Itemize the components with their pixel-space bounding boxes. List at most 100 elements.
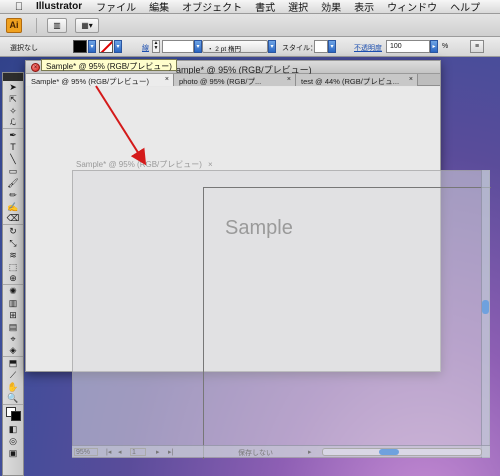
- rectangle-tool-icon[interactable]: ▭: [3, 165, 23, 177]
- tab-close-icon[interactable]: ×: [165, 76, 169, 83]
- selection-status: 選択なし: [10, 45, 38, 52]
- stroke-label[interactable]: 線: [142, 43, 149, 53]
- type-tool-icon[interactable]: T: [3, 141, 23, 153]
- symbol-sprayer-tool-icon[interactable]: ✺: [3, 285, 23, 297]
- ghost-vertical-thumb: [482, 300, 489, 314]
- menu-window[interactable]: ウィンドウ: [387, 0, 437, 14]
- screen-mode-icon[interactable]: ▣: [3, 447, 23, 459]
- first-page-icon: |◂: [106, 449, 112, 456]
- tab-tooltip: Sample* @ 95% (RGB/プレビュー): [41, 59, 177, 71]
- prev-page-icon: ◂: [118, 449, 122, 456]
- appbar-divider: [36, 17, 37, 33]
- blend-tool-icon[interactable]: ◈: [3, 345, 23, 357]
- artboard-sample-text: Sample: [225, 217, 293, 239]
- tools-panel-header[interactable]: [3, 73, 23, 81]
- panel-menu-icon[interactable]: ≡: [470, 40, 484, 53]
- menu-file[interactable]: ファイル: [96, 0, 136, 14]
- rotate-tool-icon[interactable]: ↻: [3, 225, 23, 237]
- status-play-icon: ▸: [308, 449, 312, 456]
- zoom-field: 95%: [74, 448, 98, 456]
- graphic-style-swatch[interactable]: [314, 40, 328, 53]
- stroke-weight-dropdown-icon[interactable]: ▾: [194, 40, 202, 53]
- apple-icon[interactable]: : [12, 1, 26, 13]
- ghost-vertical-scrollbar: [481, 170, 490, 458]
- line-tool-icon[interactable]: ╲: [3, 153, 23, 165]
- stroke-weight-field[interactable]: [162, 40, 194, 53]
- pen-tool-icon[interactable]: ✒: [3, 129, 23, 141]
- document-tabs: Sample* @ 95% (RGB/プレビュー) × photo @ 95% …: [26, 74, 440, 86]
- opacity-field[interactable]: 100: [386, 40, 430, 53]
- menu-view[interactable]: 表示: [354, 0, 374, 14]
- ghost-status-bar: 95% |◂ ◂ 1 ▸ ▸| 保存しない ▸: [72, 445, 490, 457]
- fill-stroke-indicator[interactable]: [3, 405, 23, 423]
- menu-select[interactable]: 選択: [288, 0, 308, 14]
- color-mode-icon[interactable]: ◧: [3, 423, 23, 435]
- page-field: 1: [130, 448, 146, 456]
- menu-effect[interactable]: 効果: [321, 0, 341, 14]
- stroke-color-swatch[interactable]: [99, 40, 113, 53]
- close-window-icon[interactable]: ×: [31, 63, 40, 72]
- menu-type[interactable]: 書式: [255, 0, 275, 14]
- bridge-icon[interactable]: ▥: [47, 17, 67, 33]
- free-transform-tool-icon[interactable]: ⬚: [3, 261, 23, 273]
- illustrator-logo: Ai: [6, 17, 22, 33]
- menu-app-name[interactable]: Illustrator: [36, 1, 82, 12]
- menu-object[interactable]: オブジェクト: [182, 0, 242, 14]
- mesh-tool-icon[interactable]: ⊞: [3, 309, 23, 321]
- application-bar: Ai ▥ ▦▾: [0, 14, 500, 37]
- tab-test[interactable]: test @ 44% (RGB/プレビュ... ×: [296, 74, 418, 86]
- direct-selection-tool-icon[interactable]: ⇱: [3, 93, 23, 105]
- fill-color-swatch[interactable]: [73, 40, 87, 53]
- arrange-documents-icon[interactable]: ▦▾: [75, 17, 99, 33]
- tab-sample[interactable]: Sample* @ 95% (RGB/プレビュー) ×: [26, 74, 174, 86]
- tab-label: photo @ 95% (RGB/プ...: [179, 77, 262, 86]
- hand-tool-icon[interactable]: ✋: [3, 381, 23, 393]
- tab-label: Sample* @ 95% (RGB/プレビュー): [31, 77, 150, 86]
- lasso-tool-icon[interactable]: ℒ: [3, 117, 23, 129]
- menu-help[interactable]: ヘルプ: [450, 0, 480, 14]
- tools-panel: ➤ ⇱ ✧ ℒ ✒ T ╲ ▭ 🖌 ✏ ✍ ⌫ ↻ ⤡ ≋ ⬚ ⊕ ✺ ▥ ⊞ …: [2, 72, 24, 476]
- tab-photo[interactable]: photo @ 95% (RGB/プ... ×: [174, 74, 296, 86]
- tab-close-icon[interactable]: ×: [409, 76, 413, 83]
- paintbrush-tool-icon[interactable]: 🖌: [3, 177, 23, 189]
- tab-label: test @ 44% (RGB/プレビュ...: [301, 77, 400, 86]
- selection-tool-icon[interactable]: ➤: [3, 81, 23, 93]
- menu-edit[interactable]: 編集: [149, 0, 169, 14]
- last-page-icon: ▸|: [168, 449, 174, 456]
- warp-tool-icon[interactable]: ≋: [3, 249, 23, 261]
- graph-tool-icon[interactable]: ▥: [3, 297, 23, 309]
- style-dropdown-icon[interactable]: ▾: [328, 40, 336, 53]
- ghost-horizontal-thumb: [379, 449, 399, 455]
- opacity-label[interactable]: 不透明度: [354, 43, 382, 53]
- ghost-close-icon: ×: [207, 160, 213, 169]
- opacity-percent-label: %: [442, 43, 449, 50]
- dragged-document-preview: Sample* @ 95% (RGB/プレビュー) × Sample 95% |◂…: [72, 158, 491, 470]
- eraser-tool-icon[interactable]: ⌫: [3, 213, 23, 225]
- save-status: 保存しない: [238, 450, 273, 457]
- draw-mode-icon[interactable]: ◎: [3, 435, 23, 447]
- magic-wand-tool-icon[interactable]: ✧: [3, 105, 23, 117]
- control-panel: 選択なし ▾ ▾ 線 ▲ ▼ ▾ ・ 2 pt 楕円 ▾ スタイル： ▾ 不透明度…: [0, 37, 500, 57]
- artboard-tool-icon[interactable]: ⬒: [3, 357, 23, 369]
- next-page-icon: ▸: [156, 449, 160, 456]
- eyedropper-tool-icon[interactable]: ⌖: [3, 333, 23, 345]
- gradient-tool-icon[interactable]: ▤: [3, 321, 23, 333]
- ghost-title: Sample* @ 95% (RGB/プレビュー) ×: [76, 159, 213, 170]
- slice-tool-icon[interactable]: ⟋: [3, 369, 23, 381]
- stroke-weight-stepper[interactable]: ▲ ▼: [152, 40, 160, 53]
- fill-dropdown-icon[interactable]: ▾: [88, 40, 96, 53]
- blob-brush-tool-icon[interactable]: ✍: [3, 201, 23, 213]
- ghost-canvas: Sample: [72, 170, 491, 459]
- profile-dropdown-icon[interactable]: ▾: [268, 40, 276, 53]
- pencil-tool-icon[interactable]: ✏: [3, 189, 23, 201]
- opacity-arrow-icon[interactable]: ▸: [430, 40, 438, 53]
- scale-tool-icon[interactable]: ⤡: [3, 237, 23, 249]
- stroke-dropdown-icon[interactable]: ▾: [114, 40, 122, 53]
- style-label: スタイル：: [282, 45, 317, 52]
- tab-close-icon[interactable]: ×: [287, 76, 291, 83]
- brush-profile-select[interactable]: ・ 2 pt 楕円: [202, 40, 268, 53]
- zoom-tool-icon[interactable]: 🔍: [3, 393, 23, 405]
- shape-builder-tool-icon[interactable]: ⊕: [3, 273, 23, 285]
- stroke-box[interactable]: [11, 411, 21, 421]
- ghost-horizontal-scrollbar: [322, 448, 482, 456]
